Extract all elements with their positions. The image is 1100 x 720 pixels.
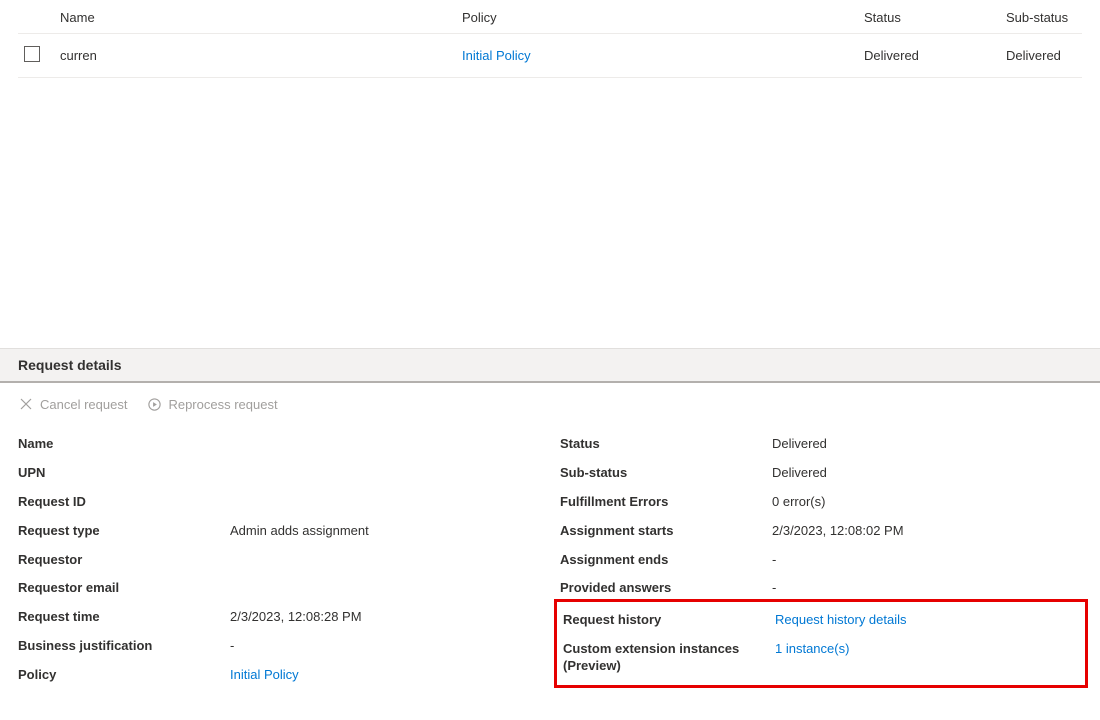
value-request-time: 2/3/2023, 12:08:28 PM [230, 609, 540, 624]
label-business-justification: Business justification [18, 638, 230, 655]
col-header-checkbox [18, 0, 54, 34]
label-custom-extension: Custom extension instances (Preview) [563, 641, 775, 675]
label-name: Name [18, 436, 230, 453]
cell-status: Delivered [858, 34, 1000, 78]
close-icon [18, 396, 34, 412]
details-action-bar: Cancel request Reprocess request [0, 383, 1100, 422]
cell-policy-link[interactable]: Initial Policy [462, 48, 531, 63]
cancel-request-button: Cancel request [18, 396, 127, 412]
value-custom-extension-link[interactable]: 1 instance(s) [775, 641, 1079, 656]
col-header-name[interactable]: Name [54, 0, 456, 34]
details-left-column: Name UPN Request ID Request type Admin a… [18, 430, 540, 690]
value-assignment-starts: 2/3/2023, 12:08:02 PM [772, 523, 1082, 538]
details-panel-title: Request details [0, 348, 1100, 383]
row-checkbox[interactable] [24, 46, 40, 62]
label-requestor: Requestor [18, 552, 230, 569]
label-fulfillment-errors: Fulfillment Errors [560, 494, 772, 511]
table-row[interactable]: curren Initial Policy Delivered Delivere… [18, 34, 1082, 78]
reprocess-icon [147, 397, 162, 412]
col-header-policy[interactable]: Policy [456, 0, 858, 34]
label-request-time: Request time [18, 609, 230, 626]
col-header-status[interactable]: Status [858, 0, 1000, 34]
label-assignment-ends: Assignment ends [560, 552, 772, 569]
cell-substatus: Delivered [1000, 34, 1082, 78]
value-request-history-link[interactable]: Request history details [775, 612, 1079, 627]
label-request-type: Request type [18, 523, 230, 540]
highlighted-section: Request history Request history details … [554, 599, 1088, 688]
label-status: Status [560, 436, 772, 453]
col-header-substatus[interactable]: Sub-status [1000, 0, 1082, 34]
reprocess-request-label: Reprocess request [168, 397, 277, 412]
label-upn: UPN [18, 465, 230, 482]
label-request-id: Request ID [18, 494, 230, 511]
label-assignment-starts: Assignment starts [560, 523, 772, 540]
details-right-column: Status Delivered Sub-status Delivered Fu… [560, 430, 1082, 690]
label-requestor-email: Requestor email [18, 580, 230, 597]
value-provided-answers: - [772, 580, 1082, 595]
cancel-request-label: Cancel request [40, 397, 127, 412]
requests-table-container: Name Policy Status Sub-status curren Ini… [0, 0, 1100, 78]
label-request-history: Request history [563, 612, 775, 629]
reprocess-request-button: Reprocess request [147, 397, 277, 412]
value-business-justification: - [230, 638, 540, 653]
label-provided-answers: Provided answers [560, 580, 772, 597]
value-assignment-ends: - [772, 552, 1082, 567]
requests-table: Name Policy Status Sub-status curren Ini… [18, 0, 1082, 78]
cell-name: curren [54, 34, 456, 78]
value-status: Delivered [772, 436, 1082, 451]
value-policy-link[interactable]: Initial Policy [230, 667, 540, 682]
details-grid: Name UPN Request ID Request type Admin a… [0, 422, 1100, 690]
value-fulfillment-errors: 0 error(s) [772, 494, 1082, 509]
value-substatus: Delivered [772, 465, 1082, 480]
value-request-type: Admin adds assignment [230, 523, 540, 538]
table-header-row: Name Policy Status Sub-status [18, 0, 1082, 34]
label-policy: Policy [18, 667, 230, 684]
label-substatus: Sub-status [560, 465, 772, 482]
